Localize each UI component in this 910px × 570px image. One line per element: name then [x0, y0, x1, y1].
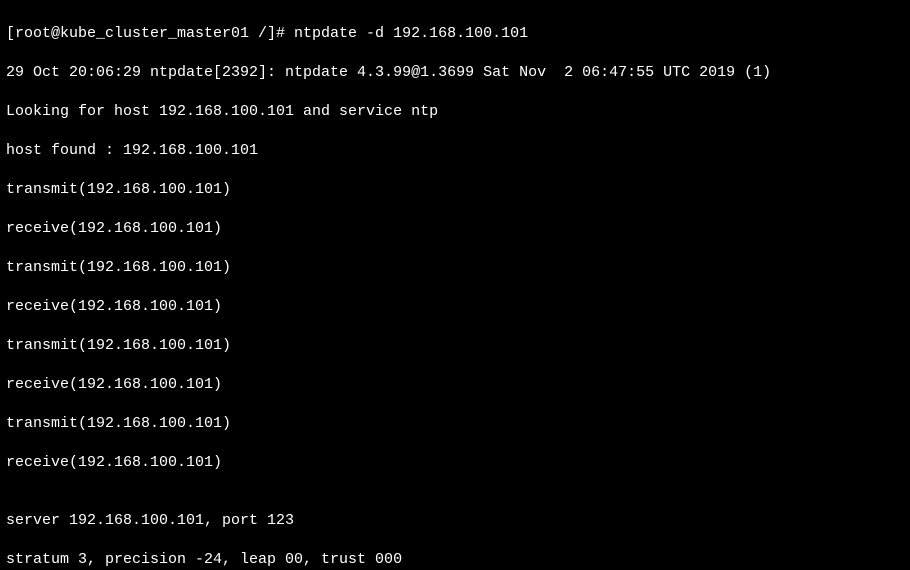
- output-line: receive(192.168.100.101): [6, 375, 904, 395]
- output-line: receive(192.168.100.101): [6, 219, 904, 239]
- output-line: receive(192.168.100.101): [6, 453, 904, 473]
- output-line: host found : 192.168.100.101: [6, 141, 904, 161]
- prompt: [root@kube_cluster_master01 /]#: [6, 25, 294, 42]
- command-text: ntpdate -d 192.168.100.101: [294, 25, 528, 42]
- output-line: transmit(192.168.100.101): [6, 414, 904, 434]
- output-line: transmit(192.168.100.101): [6, 258, 904, 278]
- cmd-line-1: [root@kube_cluster_master01 /]# ntpdate …: [6, 24, 904, 44]
- output-line: transmit(192.168.100.101): [6, 180, 904, 200]
- output-line: transmit(192.168.100.101): [6, 336, 904, 356]
- output-line: receive(192.168.100.101): [6, 297, 904, 317]
- output-line: Looking for host 192.168.100.101 and ser…: [6, 102, 904, 122]
- output-line: 29 Oct 20:06:29 ntpdate[2392]: ntpdate 4…: [6, 63, 904, 83]
- output-line: server 192.168.100.101, port 123: [6, 511, 904, 531]
- output-line: stratum 3, precision -24, leap 00, trust…: [6, 550, 904, 570]
- terminal[interactable]: [root@kube_cluster_master01 /]# ntpdate …: [0, 0, 910, 570]
